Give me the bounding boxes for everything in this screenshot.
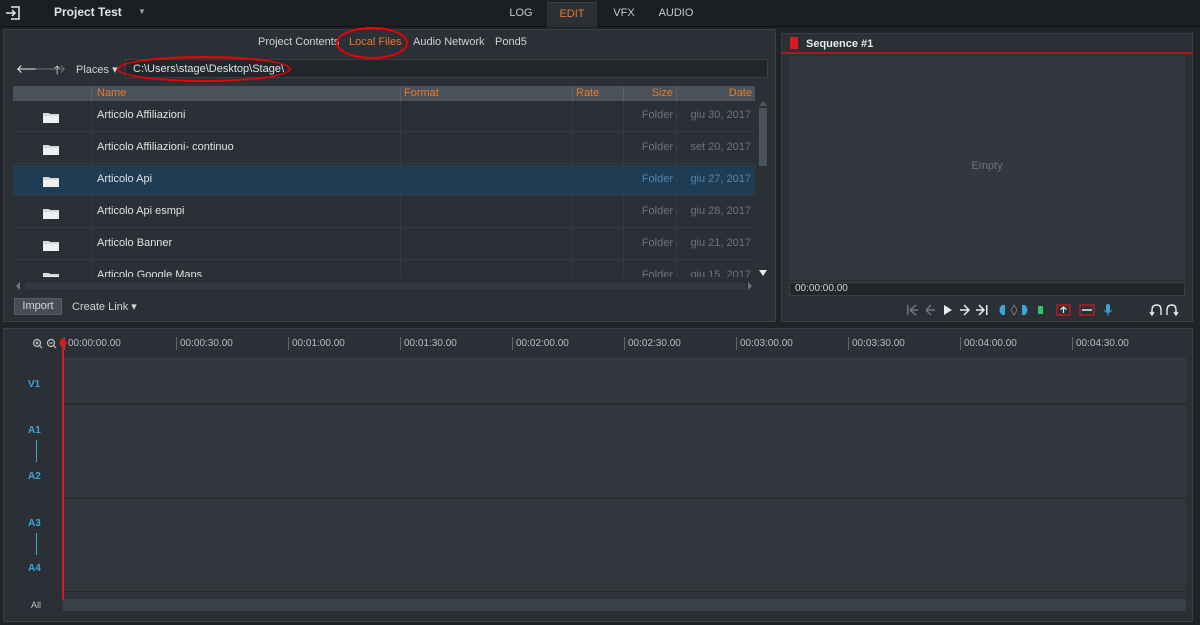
ruler-tick: 00:02:00.00 bbox=[512, 337, 569, 350]
tab-audio[interactable]: AUDIO bbox=[652, 2, 700, 27]
clear-marks-icon[interactable] bbox=[1010, 304, 1018, 316]
browser-panel: Project Contents Local Files Audio Netwo… bbox=[3, 27, 776, 322]
track-a3-a4[interactable] bbox=[63, 500, 1186, 592]
tab-vfx[interactable]: VFX bbox=[603, 2, 645, 27]
playhead-handle-icon[interactable] bbox=[59, 337, 67, 349]
mark-in-icon[interactable] bbox=[999, 305, 1006, 315]
playhead-line[interactable] bbox=[62, 339, 64, 601]
folder-icon bbox=[43, 209, 59, 219]
tab-pond5[interactable]: Pond5 bbox=[495, 36, 527, 48]
insert-icon[interactable] bbox=[1056, 304, 1071, 316]
ruler-tick: 00:01:30.00 bbox=[400, 337, 457, 350]
track-link-a1-a2 bbox=[36, 440, 37, 462]
undo-icon[interactable] bbox=[1149, 304, 1162, 317]
folder-icon bbox=[43, 113, 59, 123]
timeline-scrollbar[interactable] bbox=[63, 599, 1186, 611]
file-table: Name Format Rate Size Date Articolo Affi… bbox=[13, 86, 755, 277]
folder-icon bbox=[43, 145, 59, 155]
col-format[interactable]: Format bbox=[400, 86, 572, 101]
ruler-tick: 00:04:30.00 bbox=[1072, 337, 1129, 350]
horizontal-scrollbar[interactable] bbox=[13, 280, 755, 292]
annotation-circle-path bbox=[117, 56, 291, 82]
col-rate[interactable]: Rate bbox=[572, 86, 623, 101]
timeline-tracks[interactable] bbox=[63, 356, 1186, 598]
empty-label: Empty bbox=[971, 160, 1003, 172]
vertical-scrollbar[interactable] bbox=[758, 100, 768, 280]
ruler-tick: 00:04:00.00 bbox=[960, 337, 1017, 350]
viewer-timecode-bar[interactable]: 00:00:00.00 bbox=[789, 282, 1185, 296]
timeline-ruler[interactable]: 00:00:00.00 00:00:30.00 00:01:00.00 00:0… bbox=[61, 334, 1186, 352]
ruler-tick: 00:02:30.00 bbox=[624, 337, 681, 350]
zoom-out-icon[interactable] bbox=[46, 338, 57, 349]
col-icon bbox=[13, 86, 91, 101]
annotation-circle-local-files bbox=[336, 27, 408, 59]
folder-icon bbox=[43, 177, 59, 187]
col-name[interactable]: Name bbox=[91, 86, 400, 101]
file-name: Articolo Google Maps bbox=[97, 269, 203, 277]
ruler-tick: 00:00:30.00 bbox=[176, 337, 233, 350]
tab-audio-network[interactable]: Audio Network bbox=[413, 36, 485, 48]
table-row[interactable]: Articolo Banner Folder giu 21, 2017 bbox=[13, 229, 755, 260]
tab-project-contents[interactable]: Project Contents bbox=[258, 36, 339, 48]
tab-log[interactable]: LOG bbox=[499, 2, 543, 27]
track-v1[interactable] bbox=[63, 358, 1186, 404]
marker-icon[interactable] bbox=[1038, 306, 1043, 314]
redo-icon[interactable] bbox=[1166, 304, 1179, 317]
track-label-a2[interactable]: A2 bbox=[28, 471, 41, 482]
ruler-tick: 00:03:00.00 bbox=[736, 337, 793, 350]
microphone-icon[interactable] bbox=[1103, 304, 1113, 316]
forward-arrow-icon[interactable]: 🡒 bbox=[34, 61, 66, 76]
project-dropdown-icon[interactable]: ▼ bbox=[138, 7, 146, 16]
ruler-tick: 00:03:30.00 bbox=[848, 337, 905, 350]
places-dropdown[interactable]: Places ▾ bbox=[76, 63, 118, 76]
tab-edit[interactable]: EDIT bbox=[547, 2, 597, 27]
exit-icon[interactable] bbox=[5, 5, 21, 21]
viewer-panel: Sequence #1 Empty 00:00:00.00 bbox=[781, 33, 1193, 322]
sequence-title: Sequence #1 bbox=[806, 38, 874, 50]
col-size[interactable]: Size bbox=[623, 86, 676, 101]
sequence-flag-icon bbox=[790, 37, 798, 49]
table-row[interactable]: Articolo Api esmpi Folder giu 28, 2017 bbox=[13, 197, 755, 228]
up-folder-icon[interactable]: 🡑 bbox=[54, 61, 60, 82]
track-link-a3-a4 bbox=[36, 533, 37, 555]
transport-controls bbox=[907, 304, 1179, 317]
go-to-start-icon[interactable] bbox=[907, 304, 918, 316]
col-date[interactable]: Date bbox=[676, 86, 755, 101]
go-to-end-icon[interactable] bbox=[976, 304, 988, 316]
file-date: giu 15, 2017 bbox=[690, 269, 751, 277]
table-row[interactable]: Articolo Affiliazioni- continuo Folder s… bbox=[13, 133, 755, 164]
table-row[interactable]: Articolo Affiliazioni Folder giu 30, 201… bbox=[13, 101, 755, 132]
overwrite-icon[interactable] bbox=[1079, 304, 1095, 316]
step-back-icon[interactable] bbox=[925, 304, 935, 316]
ruler-tick: 00:00:00.00 bbox=[64, 337, 121, 350]
folder-icon bbox=[43, 273, 59, 277]
zoom-in-icon[interactable] bbox=[32, 338, 43, 349]
project-title: Project Test bbox=[54, 5, 122, 19]
viewer-timecode: 00:00:00.00 bbox=[795, 283, 848, 294]
track-label-a1[interactable]: A1 bbox=[28, 425, 41, 436]
track-a1-a2[interactable] bbox=[63, 406, 1186, 498]
timeline-panel: 00:00:00.00 00:00:30.00 00:01:00.00 00:0… bbox=[3, 328, 1193, 622]
viewer-screen[interactable]: Empty bbox=[789, 56, 1185, 280]
track-label-a3[interactable]: A3 bbox=[28, 518, 41, 529]
mark-out-icon[interactable] bbox=[1022, 305, 1028, 315]
table-row-selected[interactable]: Articolo Api Folder giu 27, 2017 bbox=[13, 165, 755, 196]
top-bar: Project Test ▼ LOG EDIT VFX AUDIO bbox=[0, 0, 1200, 27]
folder-icon bbox=[43, 241, 59, 251]
track-label-v1[interactable]: V1 bbox=[28, 379, 40, 390]
all-tracks-toggle[interactable]: All bbox=[31, 600, 41, 610]
step-forward-icon[interactable] bbox=[960, 304, 971, 316]
import-button[interactable]: Import bbox=[14, 298, 62, 315]
create-link-dropdown[interactable]: Create Link ▾ bbox=[72, 300, 137, 313]
track-label-a4[interactable]: A4 bbox=[28, 563, 41, 574]
ruler-tick: 00:01:00.00 bbox=[288, 337, 345, 350]
play-icon[interactable] bbox=[944, 305, 952, 315]
table-row[interactable]: Articolo Google Maps Folder giu 15, 2017 bbox=[13, 261, 755, 277]
file-size: Folder bbox=[641, 269, 673, 277]
table-header: Name Format Rate Size Date bbox=[13, 86, 755, 101]
